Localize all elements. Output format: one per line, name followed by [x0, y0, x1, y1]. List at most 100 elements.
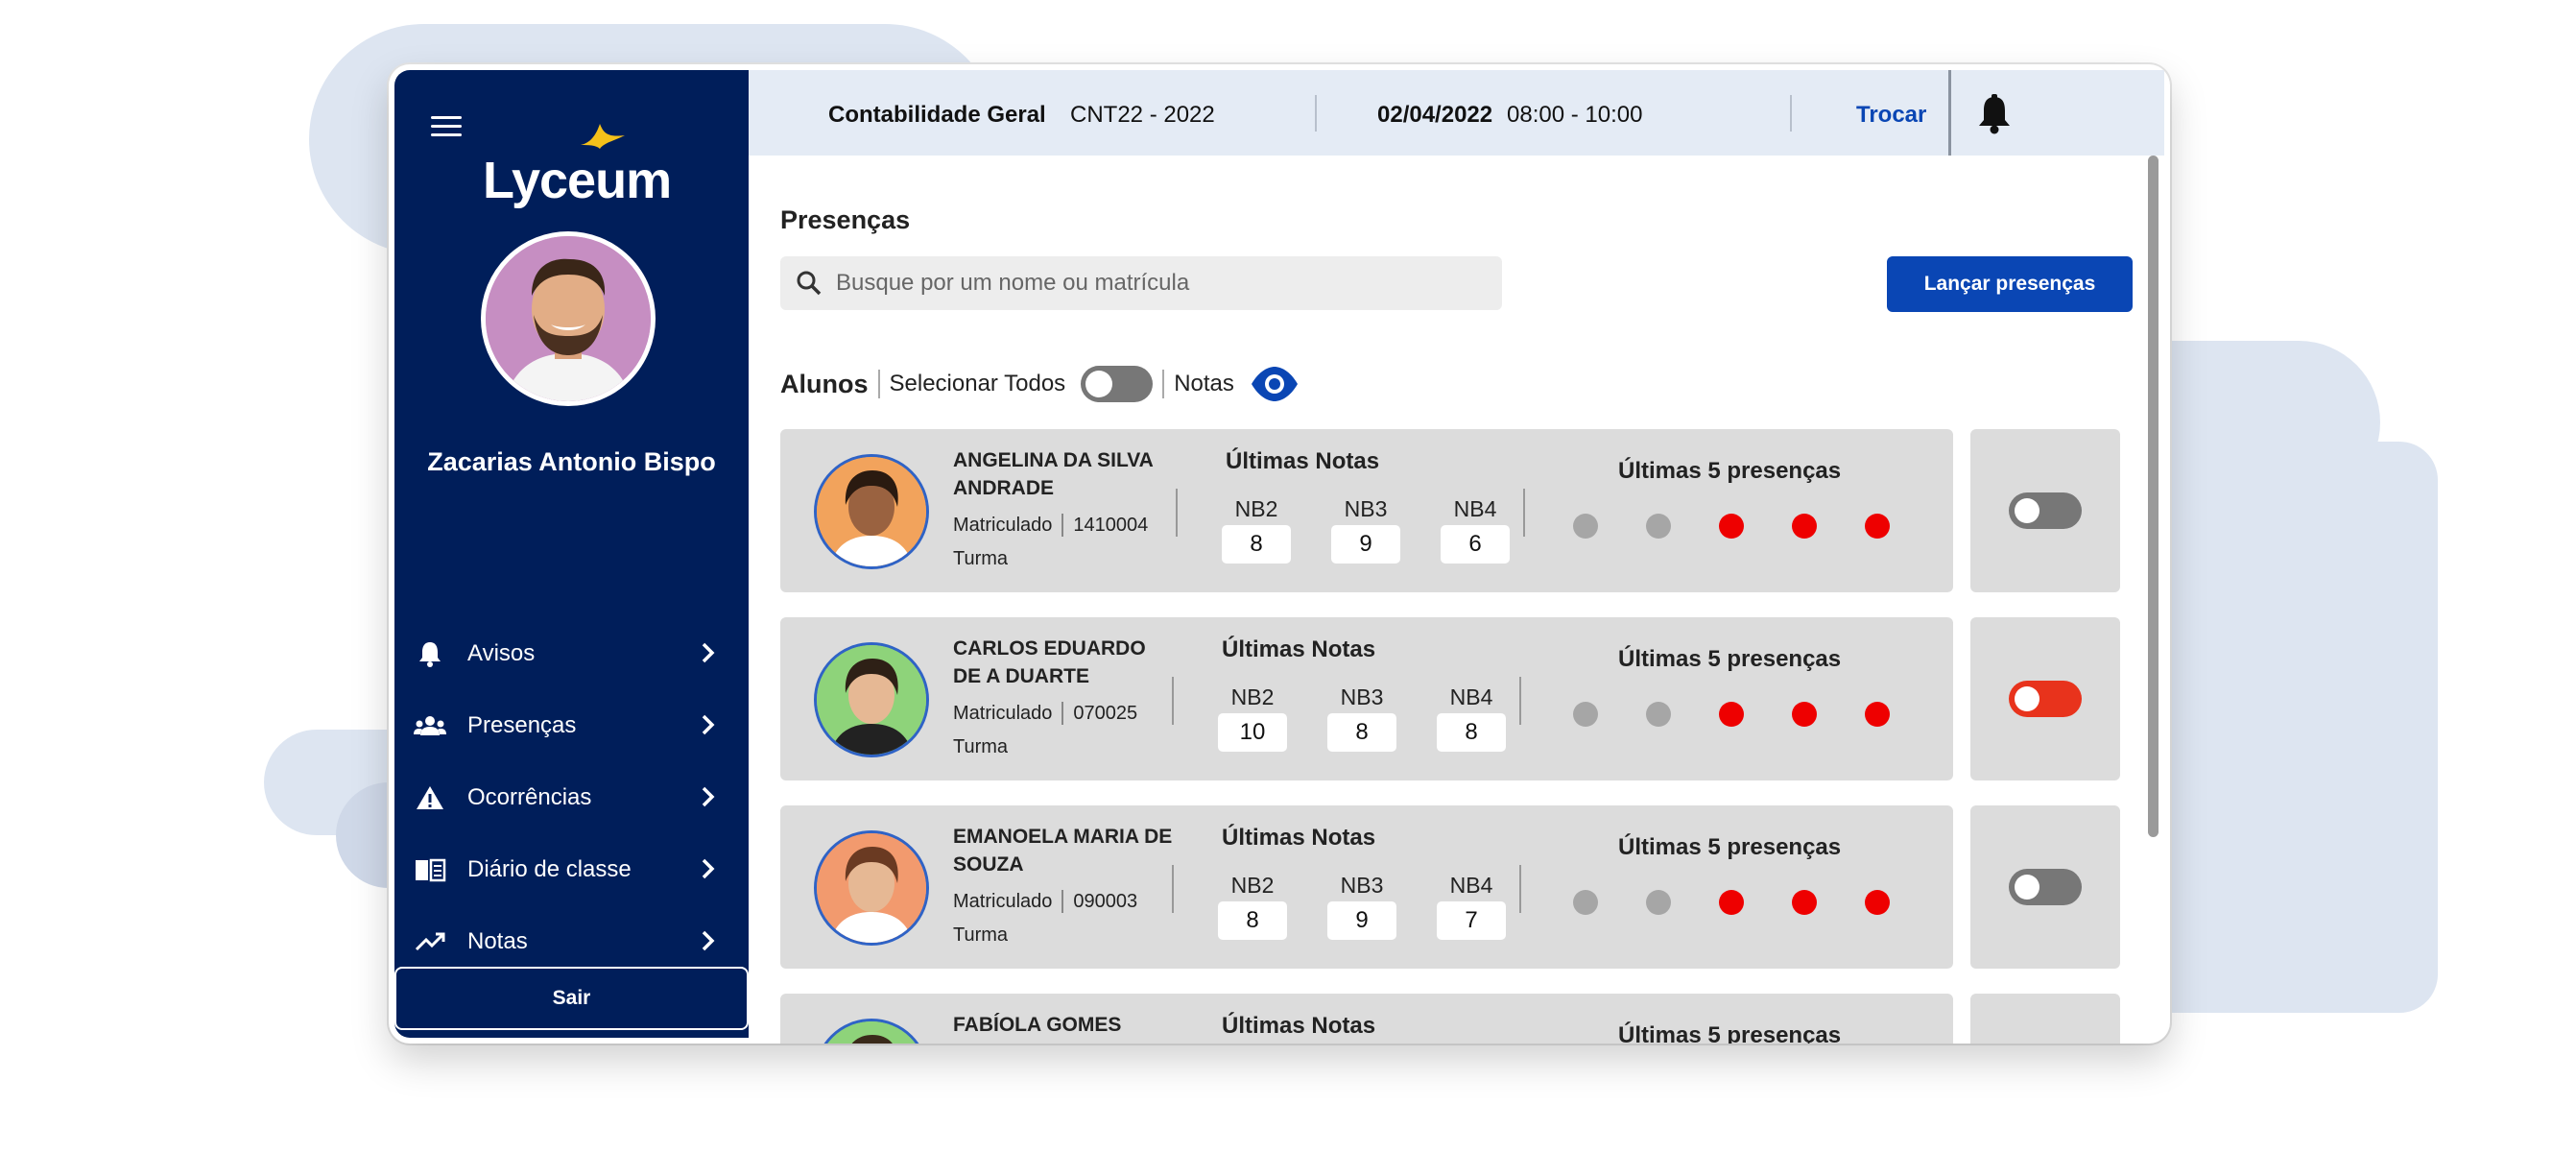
divider	[1061, 890, 1064, 913]
absence-dot	[1865, 890, 1890, 915]
presence-dot	[1573, 514, 1598, 539]
divider	[1172, 865, 1174, 913]
divider	[1948, 70, 1951, 156]
divider	[1523, 489, 1525, 537]
main-content: Presenças Lançar presenças Alunos Seleci…	[749, 156, 2164, 1044]
grade-value[interactable]: 6	[1441, 525, 1510, 564]
grade-column: NB2 10	[1218, 684, 1287, 752]
enrollment-status: Matriculado	[953, 702, 1053, 724]
grade-value[interactable]: 9	[1331, 525, 1400, 564]
sidebar-item-presencas[interactable]: Presenças	[394, 689, 749, 761]
select-all-label: Selecionar Todos	[889, 371, 1066, 396]
attendance-toggle-card	[1970, 994, 2120, 1044]
student-id: 090003	[1073, 890, 1138, 912]
student-name: CARLOS EDUARDO DE A DUARTE	[953, 637, 1146, 687]
presences-title: Últimas 5 presenças	[1618, 646, 1842, 672]
grade-column: NB4 8	[1437, 684, 1506, 752]
search-icon	[797, 271, 822, 296]
student-avatar	[814, 830, 929, 946]
sidebar-item-label: Ocorrências	[467, 783, 592, 810]
chevron-right-icon	[702, 786, 715, 807]
sidebar-item-ocorrencias[interactable]: Ocorrências	[394, 761, 749, 833]
class-date: 02/04/2022	[1377, 102, 1493, 128]
class-label: Turma	[953, 736, 1009, 757]
enrollment-status: Matriculado	[953, 514, 1053, 536]
presence-dot	[1646, 890, 1671, 915]
search-input[interactable]	[836, 264, 1489, 302]
grade-value[interactable]: 9	[1327, 901, 1396, 940]
grade-column: NB3 9	[1327, 873, 1396, 940]
sidebar-item-avisos[interactable]: Avisos	[394, 617, 749, 689]
grade-value[interactable]: 8	[1437, 713, 1506, 752]
attendance-toggle-card	[1970, 805, 2120, 969]
chevron-right-icon	[702, 930, 715, 951]
select-all-toggle[interactable]	[1081, 366, 1154, 402]
grade-column: NB4 7	[1437, 873, 1506, 940]
user-name: Zacarias Antonio Bispo	[427, 447, 716, 476]
attendance-toggle[interactable]	[2009, 492, 2082, 529]
student-id: 1410004	[1073, 514, 1149, 536]
toggle-knob	[2015, 498, 2039, 523]
grade-label: NB4	[1449, 873, 1493, 898]
chevron-right-icon	[702, 642, 715, 663]
student-avatar	[814, 454, 929, 569]
student-status: Matriculado 1410004	[953, 514, 1148, 537]
student-card: ANGELINA DA SILVA ANDRADE Matriculado 1410…	[780, 429, 1953, 592]
absence-dot	[1792, 702, 1817, 727]
grade-value[interactable]: 8	[1222, 525, 1291, 564]
sidebar-item-label: Diário de classe	[467, 855, 632, 882]
presence-dot	[1573, 890, 1598, 915]
attendance-toggle[interactable]	[2009, 869, 2082, 905]
eye-icon[interactable]	[1250, 365, 1300, 403]
divider	[1519, 865, 1521, 913]
presence-dot	[1646, 702, 1671, 727]
student-card: CARLOS EDUARDO DE A DUARTE Matriculado 070…	[780, 617, 1953, 780]
hamburger-menu-icon[interactable]	[431, 116, 462, 137]
notification-bell-icon[interactable]	[1975, 93, 2014, 135]
presences-title: Últimas 5 presenças	[1618, 834, 1842, 860]
notes-title: Últimas Notas	[1222, 636, 1376, 662]
course-code: CNT22 - 2022	[1070, 102, 1215, 128]
presence-dot	[1573, 702, 1598, 727]
absence-dot	[1719, 890, 1744, 915]
switch-class-link[interactable]: Trocar	[1856, 102, 1926, 129]
scrollbar[interactable]	[2148, 156, 2159, 837]
student-status: Matriculado 090003	[953, 890, 1137, 913]
page-title: Presenças	[780, 205, 911, 234]
launch-presences-button[interactable]: Lançar presenças	[1887, 256, 2133, 312]
sidebar-item-diario[interactable]: Diário de classe	[394, 833, 749, 905]
class-label: Turma	[953, 548, 1009, 569]
grade-value[interactable]: 10	[1218, 713, 1287, 752]
student-name: ANGELINA DA SILVA ANDRADE	[953, 449, 1154, 499]
attendance-toggle[interactable]	[2009, 681, 2082, 717]
grade-label: NB4	[1453, 496, 1497, 521]
people-icon	[414, 711, 446, 740]
book-icon	[414, 855, 446, 884]
course-name: Contabilidade Geral	[828, 102, 1046, 128]
presences-title: Últimas 5 presenças	[1618, 1022, 1842, 1044]
notes-label: Notas	[1174, 371, 1234, 396]
grade-column: NB2 8	[1218, 873, 1287, 940]
grade-value[interactable]: 7	[1437, 901, 1506, 940]
presences-title: Últimas 5 presenças	[1618, 458, 1842, 484]
grade-label: NB3	[1340, 873, 1384, 898]
absence-dot	[1792, 890, 1817, 915]
bell-icon	[414, 639, 446, 668]
absence-dot	[1865, 702, 1890, 727]
grade-label: NB3	[1340, 684, 1384, 709]
class-time: 08:00 - 10:00	[1507, 102, 1643, 128]
grade-value[interactable]: 8	[1327, 713, 1396, 752]
grade-value[interactable]: 8	[1218, 901, 1287, 940]
student-name: EMANOELA MARIA DE SOUZA	[953, 826, 1173, 876]
grade-label: NB2	[1230, 873, 1275, 898]
user-avatar[interactable]	[481, 231, 656, 406]
logout-button[interactable]: Sair	[394, 967, 749, 1030]
absence-dot	[1792, 514, 1817, 539]
grade-column: NB3 8	[1327, 684, 1396, 752]
student-avatar	[814, 642, 929, 757]
grade-label: NB2	[1234, 496, 1278, 521]
divider	[1172, 677, 1174, 725]
sidebar: Lyceum Zacarias Antonio Bispo Avisos Pre…	[394, 70, 749, 1038]
toggle-knob	[2015, 686, 2039, 711]
absence-dot	[1865, 514, 1890, 539]
